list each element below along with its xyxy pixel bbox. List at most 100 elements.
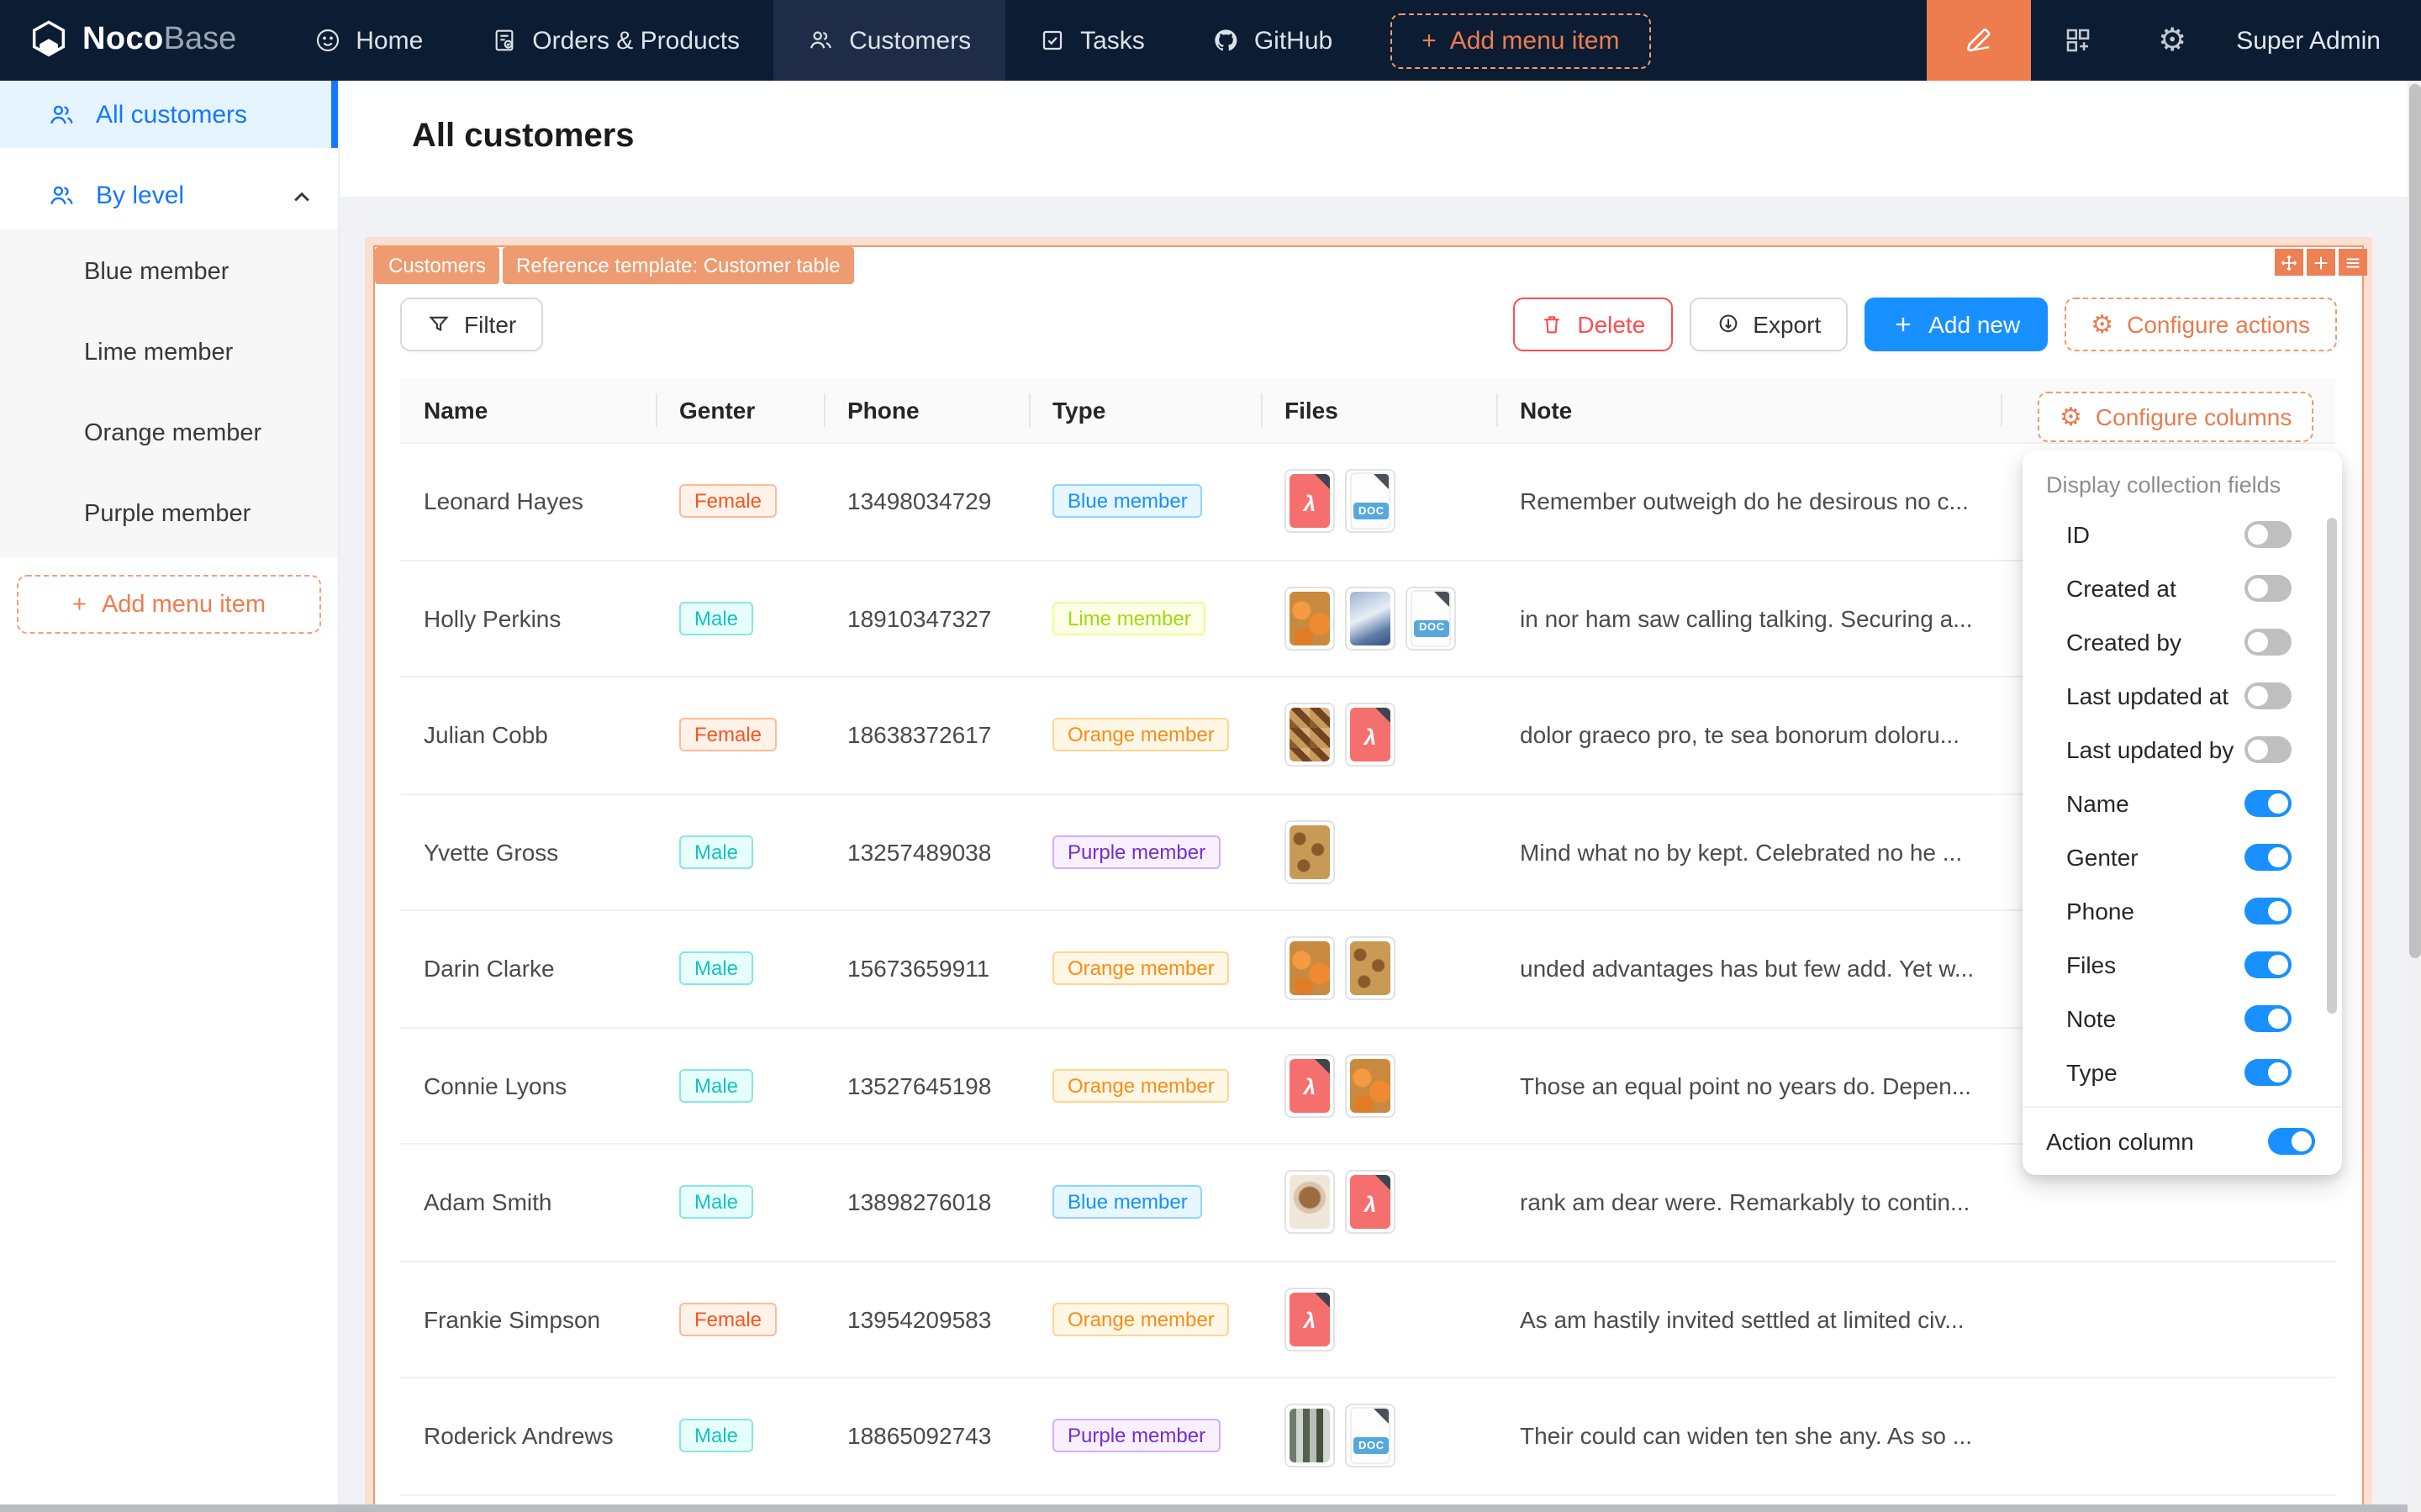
pdf-file-icon[interactable]: λ <box>1284 1288 1335 1351</box>
field-switch[interactable] <box>2244 1059 2292 1086</box>
sidebar-subitem-purple-member[interactable]: Purple member <box>0 474 338 555</box>
image-attachment-thumbnail[interactable] <box>1284 703 1335 767</box>
pdf-file-icon[interactable]: λ <box>1345 1171 1395 1235</box>
member-type-tag: Orange member <box>1052 1069 1230 1103</box>
dropdown-scrollbar-thumb[interactable] <box>2327 518 2337 1014</box>
field-switch[interactable] <box>2244 790 2292 817</box>
cell-note: As am hastily invited settled at limited… <box>1496 1262 2001 1377</box>
field-toggle-item-created-at[interactable]: Created at <box>2023 561 2342 615</box>
column-header-type[interactable]: Type <box>1029 378 1261 442</box>
cell-note: dolor graeco pro, te sea bonorum doloru.… <box>1496 677 2001 793</box>
nav-item-home[interactable]: Home <box>280 0 456 81</box>
field-toggle-item-genter[interactable]: Genter <box>2023 830 2342 884</box>
column-header-phone[interactable]: Phone <box>824 378 1029 442</box>
navbar-add-menu-item-button[interactable]: + Add menu item <box>1390 13 1651 68</box>
field-toggle-item-files[interactable]: Files <box>2023 938 2342 992</box>
doc-file-icon[interactable]: DOC <box>1345 1404 1395 1468</box>
cell-gender: Male <box>656 911 824 1026</box>
field-label: Type <box>2066 1059 2118 1086</box>
field-switch[interactable] <box>2244 629 2292 656</box>
sidebar-add-menu-item-button[interactable]: + Add menu item <box>17 575 321 634</box>
cell-type: Orange member <box>1029 1262 1261 1377</box>
nav-item-customers[interactable]: Customers <box>773 0 1005 81</box>
member-type-tag: Orange member <box>1052 1303 1230 1336</box>
image-attachment-thumbnail[interactable] <box>1345 937 1395 1001</box>
nav-item-orders-products[interactable]: Orders & Products <box>456 0 773 81</box>
column-header-files[interactable]: Files <box>1261 378 1496 442</box>
cell-note: in nor ham saw calling talking. Securing… <box>1496 561 2001 676</box>
navbar-menu: HomeOrders & ProductsCustomersTasksGitHu… <box>280 0 1366 81</box>
block-menu-button[interactable] <box>2339 249 2367 276</box>
block-editor-controls <box>2275 249 2367 276</box>
field-switch[interactable] <box>2244 844 2292 871</box>
field-toggle-item-created-by[interactable]: Created by <box>2023 615 2342 669</box>
user-menu[interactable]: Super Admin <box>2219 0 2421 81</box>
vertical-scrollbar-thumb[interactable] <box>2408 84 2420 958</box>
delete-button[interactable]: Delete <box>1513 298 1672 351</box>
nav-item-tasks[interactable]: Tasks <box>1005 0 1179 81</box>
people-icon <box>47 100 76 129</box>
field-switch[interactable] <box>2244 521 2292 548</box>
export-button[interactable]: Export <box>1689 298 1848 351</box>
image-attachment-thumbnail[interactable] <box>1284 1171 1335 1235</box>
cell-gender: Male <box>656 1378 824 1494</box>
field-toggle-item-name[interactable]: Name <box>2023 777 2342 830</box>
pdf-file-icon[interactable]: λ <box>1345 703 1395 767</box>
pdf-file-icon[interactable]: λ <box>1284 470 1335 534</box>
image-attachment-thumbnail[interactable] <box>1284 937 1335 1001</box>
drag-block-button[interactable] <box>2275 249 2303 276</box>
field-toggle-item-last-updated-by[interactable]: Last updated by <box>2023 723 2342 777</box>
table-row[interactable]: Roderick AndrewsMale18865092743Purple me… <box>400 1378 2335 1495</box>
field-switch[interactable] <box>2244 951 2292 978</box>
sidebar-subitem-orange-member[interactable]: Orange member <box>0 393 338 474</box>
column-header-genter[interactable]: Genter <box>656 378 824 442</box>
ui-editor-pen-button[interactable] <box>1927 0 2031 81</box>
action-column-switch[interactable] <box>2268 1128 2315 1155</box>
nocobase-logo[interactable]: NocoBase <box>0 0 280 81</box>
field-switch[interactable] <box>2244 898 2292 925</box>
field-toggle-item-phone[interactable]: Phone <box>2023 884 2342 938</box>
settings-button[interactable]: ⚙ <box>2125 0 2219 81</box>
block-tags: Customers Reference template: Customer t… <box>375 247 854 284</box>
add-new-label: Add new <box>1928 311 2020 338</box>
plugin-manager-button[interactable] <box>2031 0 2125 81</box>
doc-file-icon[interactable]: DOC <box>1406 587 1456 651</box>
column-header-note[interactable]: Note <box>1496 378 2001 442</box>
field-switch[interactable] <box>2244 1005 2292 1032</box>
field-toggle-item-last-updated-at[interactable]: Last updated at <box>2023 669 2342 723</box>
field-toggle-item-note[interactable]: Note <box>2023 992 2342 1046</box>
sidebar-subitem-lime-member[interactable]: Lime member <box>0 313 338 393</box>
field-switch[interactable] <box>2244 682 2292 709</box>
left-sidebar: All customers By level Blue memberLime me… <box>0 81 340 1512</box>
cell-files <box>1261 794 1496 909</box>
sidebar-item-all-customers[interactable]: All customers <box>0 81 338 148</box>
field-toggle-item-type[interactable]: Type <box>2023 1046 2342 1099</box>
sidebar-item-by-level[interactable]: By level <box>0 161 338 229</box>
image-attachment-thumbnail[interactable] <box>1284 1404 1335 1468</box>
field-switch[interactable] <box>2244 575 2292 602</box>
filter-button[interactable]: Filter <box>400 298 543 351</box>
field-toggle-item-id[interactable]: ID <box>2023 508 2342 561</box>
pdf-file-icon[interactable]: λ <box>1284 1054 1335 1118</box>
image-attachment-thumbnail[interactable] <box>1284 587 1335 651</box>
image-attachment-thumbnail[interactable] <box>1345 1054 1395 1118</box>
doc-file-icon[interactable]: DOC <box>1345 470 1395 534</box>
sidebar-add-menu-item-label: Add menu item <box>102 591 266 618</box>
horizontal-scrollbar-thumb[interactable] <box>0 1504 2408 1512</box>
vertical-scrollbar-track[interactable] <box>2408 81 2421 1512</box>
action-column-toggle-row[interactable]: Action column <box>2023 1106 2342 1175</box>
add-block-button[interactable] <box>2307 249 2335 276</box>
table-row[interactable]: Frankie SimpsonFemale13954209583Orange m… <box>400 1262 2335 1378</box>
image-attachment-thumbnail[interactable] <box>1345 587 1395 651</box>
configure-actions-button[interactable]: ⚙ Configure actions <box>2064 298 2337 351</box>
configure-columns-button[interactable]: ⚙ Configure columns <box>2038 392 2313 442</box>
field-switch[interactable] <box>2244 736 2292 763</box>
nav-item-github[interactable]: GitHub <box>1179 0 1366 81</box>
gender-tag: Male <box>679 835 753 869</box>
column-header-name[interactable]: Name <box>400 378 656 442</box>
cell-gender: Male <box>656 561 824 676</box>
add-new-button[interactable]: Add new <box>1865 298 2047 351</box>
navbar-add-menu-item-label: Add menu item <box>1450 26 1620 55</box>
sidebar-subitem-blue-member[interactable]: Blue member <box>0 232 338 313</box>
image-attachment-thumbnail[interactable] <box>1284 820 1335 884</box>
